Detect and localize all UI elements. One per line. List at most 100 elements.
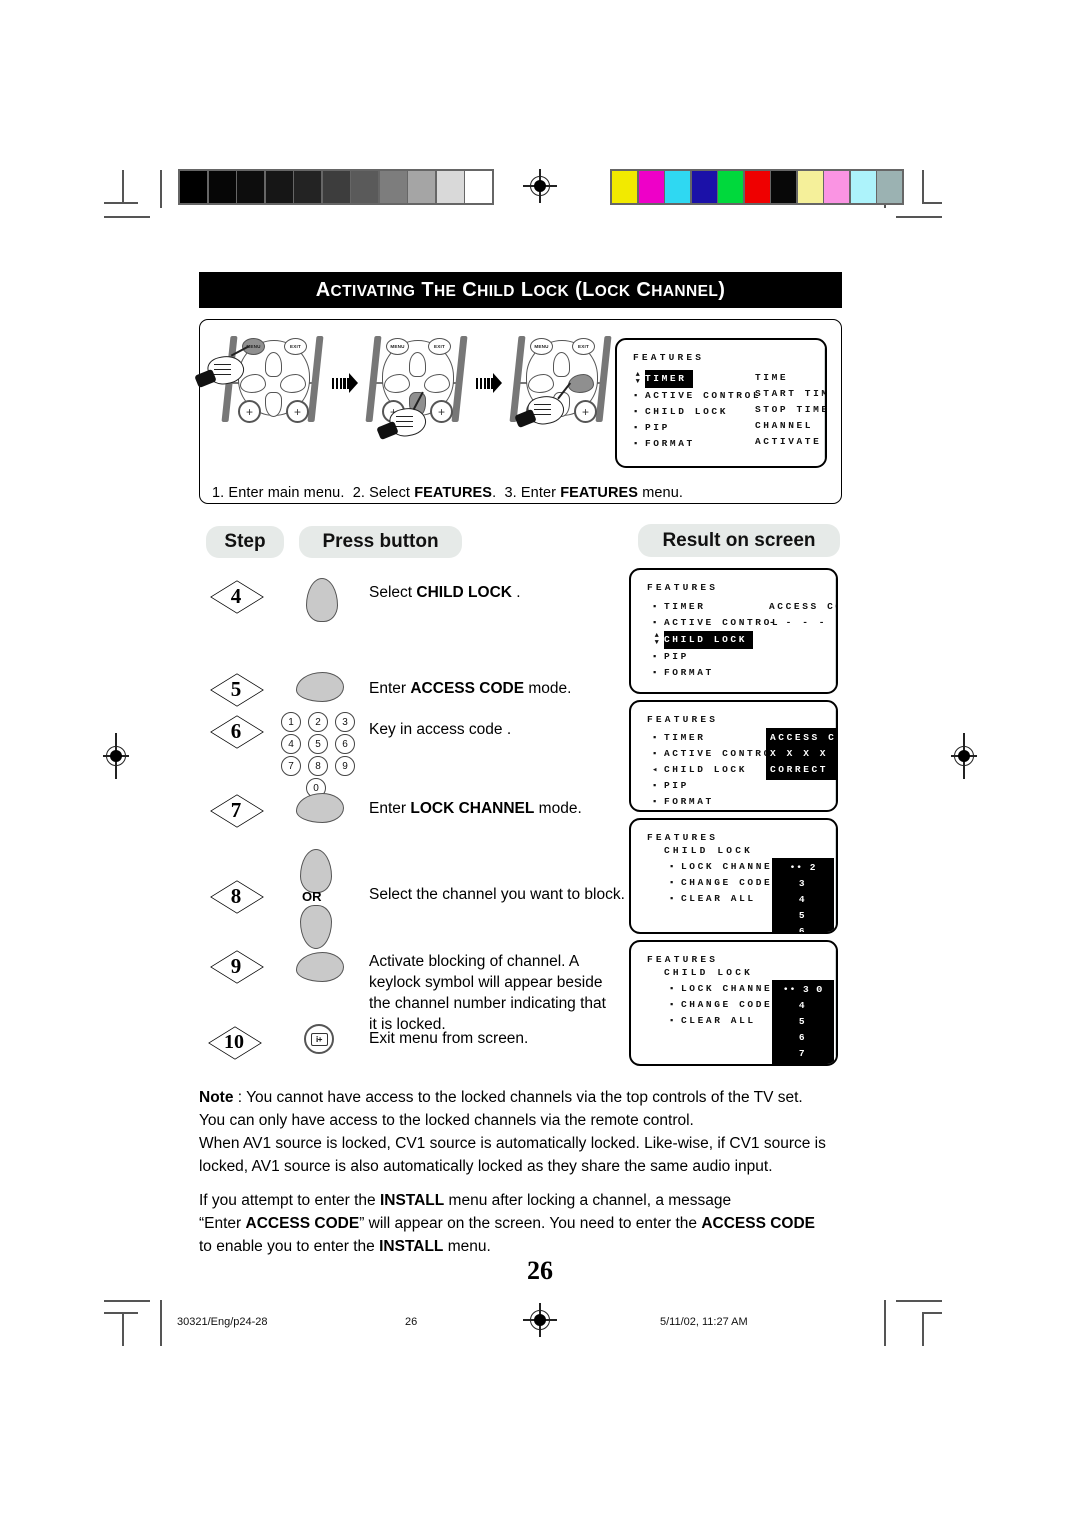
cursor-right-button[interactable] xyxy=(296,793,344,823)
column-header-press-button: Press button xyxy=(299,526,462,558)
osd-menu-item: ▪ PIP xyxy=(633,420,761,436)
step-number-5: 5 xyxy=(208,671,264,707)
cursor-up-button[interactable] xyxy=(306,578,338,622)
bullet-icon: ▪ xyxy=(669,1000,678,1010)
panel-row: 3 xyxy=(798,878,808,889)
volume-up-icon: + xyxy=(286,400,309,423)
osd-item-value: CHANNEL xyxy=(755,420,814,431)
exit-glyph: i+ xyxy=(310,1032,328,1046)
gray-swatch xyxy=(322,171,350,203)
keypad-key-7[interactable]: 7 xyxy=(281,756,301,776)
panel-row: 4 xyxy=(798,1000,808,1011)
screen-drop-shadow xyxy=(835,576,836,692)
trim-line-bottom-left xyxy=(160,1300,162,1346)
osd-item-label: TIMER xyxy=(645,370,693,388)
color-swatch xyxy=(691,171,717,203)
page-title: ACTIVATING THE CHILD LOCK (LOCK CHANNEL) xyxy=(316,279,726,302)
osd-content: FEATURES ▪ TIMER ▪ ACTIVE CONTROL ▲ ▼ CHILD … xyxy=(647,582,836,678)
crop-mark-bottom-right xyxy=(896,1300,942,1346)
volume-up-icon: + xyxy=(574,400,597,423)
bullet-icon: ▪ xyxy=(669,862,678,872)
keypad-key-4[interactable]: 4 xyxy=(281,734,301,754)
osd-title: FEATURES xyxy=(647,832,719,843)
keypad-row: 4 5 6 xyxy=(281,733,362,755)
note-spacer xyxy=(199,1178,859,1189)
grayscale-calibration-bar xyxy=(178,169,494,205)
title-seg: C xyxy=(636,278,652,301)
note-line-1: Note : You cannot have access to the loc… xyxy=(199,1086,859,1109)
osd-menu-item: ▪ FORMAT xyxy=(652,665,780,681)
crop-mark-top-left xyxy=(104,170,150,218)
step-number-label: 7 xyxy=(230,797,242,822)
remote-diagram-step1: MENU EXIT + + xyxy=(194,330,332,442)
registration-mark-top-center xyxy=(523,169,557,203)
osd-menu-item: ▪ CLEAR ALL xyxy=(669,891,781,907)
osd-title: FEATURES xyxy=(647,582,719,593)
cursor-left-icon xyxy=(384,374,410,393)
bullet-icon: ▪ xyxy=(652,618,661,628)
osd-item-label: TIMER xyxy=(664,601,706,612)
osd-screen-step5-6-result: FEATURES ▪ TIMER ▪ ACTIVE CONTROL ◂ CHILD L… xyxy=(629,700,838,812)
or-label: OR xyxy=(302,889,322,904)
note-line-6: “Enter ACCESS CODE” will appear on the s… xyxy=(199,1212,859,1235)
gray-swatch xyxy=(465,171,492,203)
keypad-key-5[interactable]: 5 xyxy=(308,734,328,754)
osd-screen-intro-menu: FEATURES ▲ ▼ TIMER ▪ ACTIVE CONTROL ▪ CHILD … xyxy=(615,338,827,468)
keypad-key-9[interactable]: 9 xyxy=(335,756,355,776)
step-text: mode. xyxy=(534,800,582,817)
osd-content: FEATURES ▪ TIMER ▪ ACTIVE CONTROL ◂ CHILD L… xyxy=(647,714,836,807)
cursor-down-button[interactable] xyxy=(300,905,332,949)
step-number-9: 9 xyxy=(208,948,264,984)
color-swatch xyxy=(850,171,876,203)
color-swatch xyxy=(771,171,796,203)
osd-menu-item-selected: ▲ ▼ CHILD LOCK xyxy=(652,631,780,649)
step-number-6: 6 xyxy=(208,713,264,749)
osd-title: FEATURES xyxy=(647,954,719,965)
cursor-right-button[interactable] xyxy=(296,672,344,702)
registration-mark-right xyxy=(951,733,977,779)
title-seg: HILD xyxy=(477,282,515,300)
intro-step-sep: . xyxy=(492,485,497,501)
numeric-keypad[interactable]: 1 2 3 4 5 6 7 8 9 0 xyxy=(281,711,362,799)
panel-row: 5 xyxy=(798,910,808,921)
keypad-key-2[interactable]: 2 xyxy=(308,712,328,732)
note-line-7: to enable you to enter the INSTALL menu. xyxy=(199,1235,859,1258)
step-6-instruction: Key in access code . xyxy=(369,719,624,740)
title-seg: L xyxy=(582,278,595,301)
trim-line-left xyxy=(160,170,162,208)
step-9-instruction: Activate blocking of channel. A keylock … xyxy=(369,951,614,1035)
keypad-row: 1 2 3 xyxy=(281,711,362,733)
bullet-icon: ▪ xyxy=(669,878,678,888)
osd-menu-item: ◂ CHILD LOCK xyxy=(652,762,780,778)
cursor-up-icon xyxy=(265,352,282,377)
osd-item-label: LOCK CHANNEL xyxy=(681,861,781,872)
cursor-up-button[interactable] xyxy=(300,849,332,893)
step-text: Enter xyxy=(369,800,411,817)
step-keyword: ACCESS CODE xyxy=(410,680,525,697)
osd-menu-item: ▪ TIMER xyxy=(652,599,780,615)
osd-menu-item: ▪ FORMAT xyxy=(633,436,761,452)
note-text: If you attempt to enter the xyxy=(199,1192,380,1209)
keypad-key-8[interactable]: 8 xyxy=(308,756,328,776)
bullet-icon: ▪ xyxy=(633,407,642,417)
features-keyword: FEATURES xyxy=(414,485,493,501)
cursor-right-button[interactable] xyxy=(296,952,344,982)
keypad-key-6[interactable]: 6 xyxy=(335,734,355,754)
color-swatch xyxy=(824,171,849,203)
screen-drop-shadow xyxy=(835,826,836,932)
panel-row: X X X X xyxy=(770,748,829,759)
access-code-keyword: ACCESS CODE xyxy=(701,1215,815,1232)
osd-item-label: CHILD LOCK xyxy=(664,631,754,649)
exit-button[interactable]: i+ xyxy=(304,1024,334,1054)
osd-item-label: CLEAR ALL xyxy=(681,893,756,904)
registration-mark-bottom-center xyxy=(523,1303,557,1337)
column-header-result-label: Result on screen xyxy=(662,529,816,551)
keypad-key-1[interactable]: 1 xyxy=(281,712,301,732)
menu-button-icon: MENU xyxy=(386,338,409,355)
osd-title: FEATURES xyxy=(647,714,719,725)
osd-item-label: ACTIVE CONTROL xyxy=(664,617,781,628)
channel-list-panel: •• 2 3 4 5 6 xyxy=(772,858,834,932)
osd-menu-item: ▪ CHILD LOCK xyxy=(633,404,761,420)
note-text: menu after locking a channel, a message xyxy=(444,1192,732,1209)
keypad-key-3[interactable]: 3 xyxy=(335,712,355,732)
